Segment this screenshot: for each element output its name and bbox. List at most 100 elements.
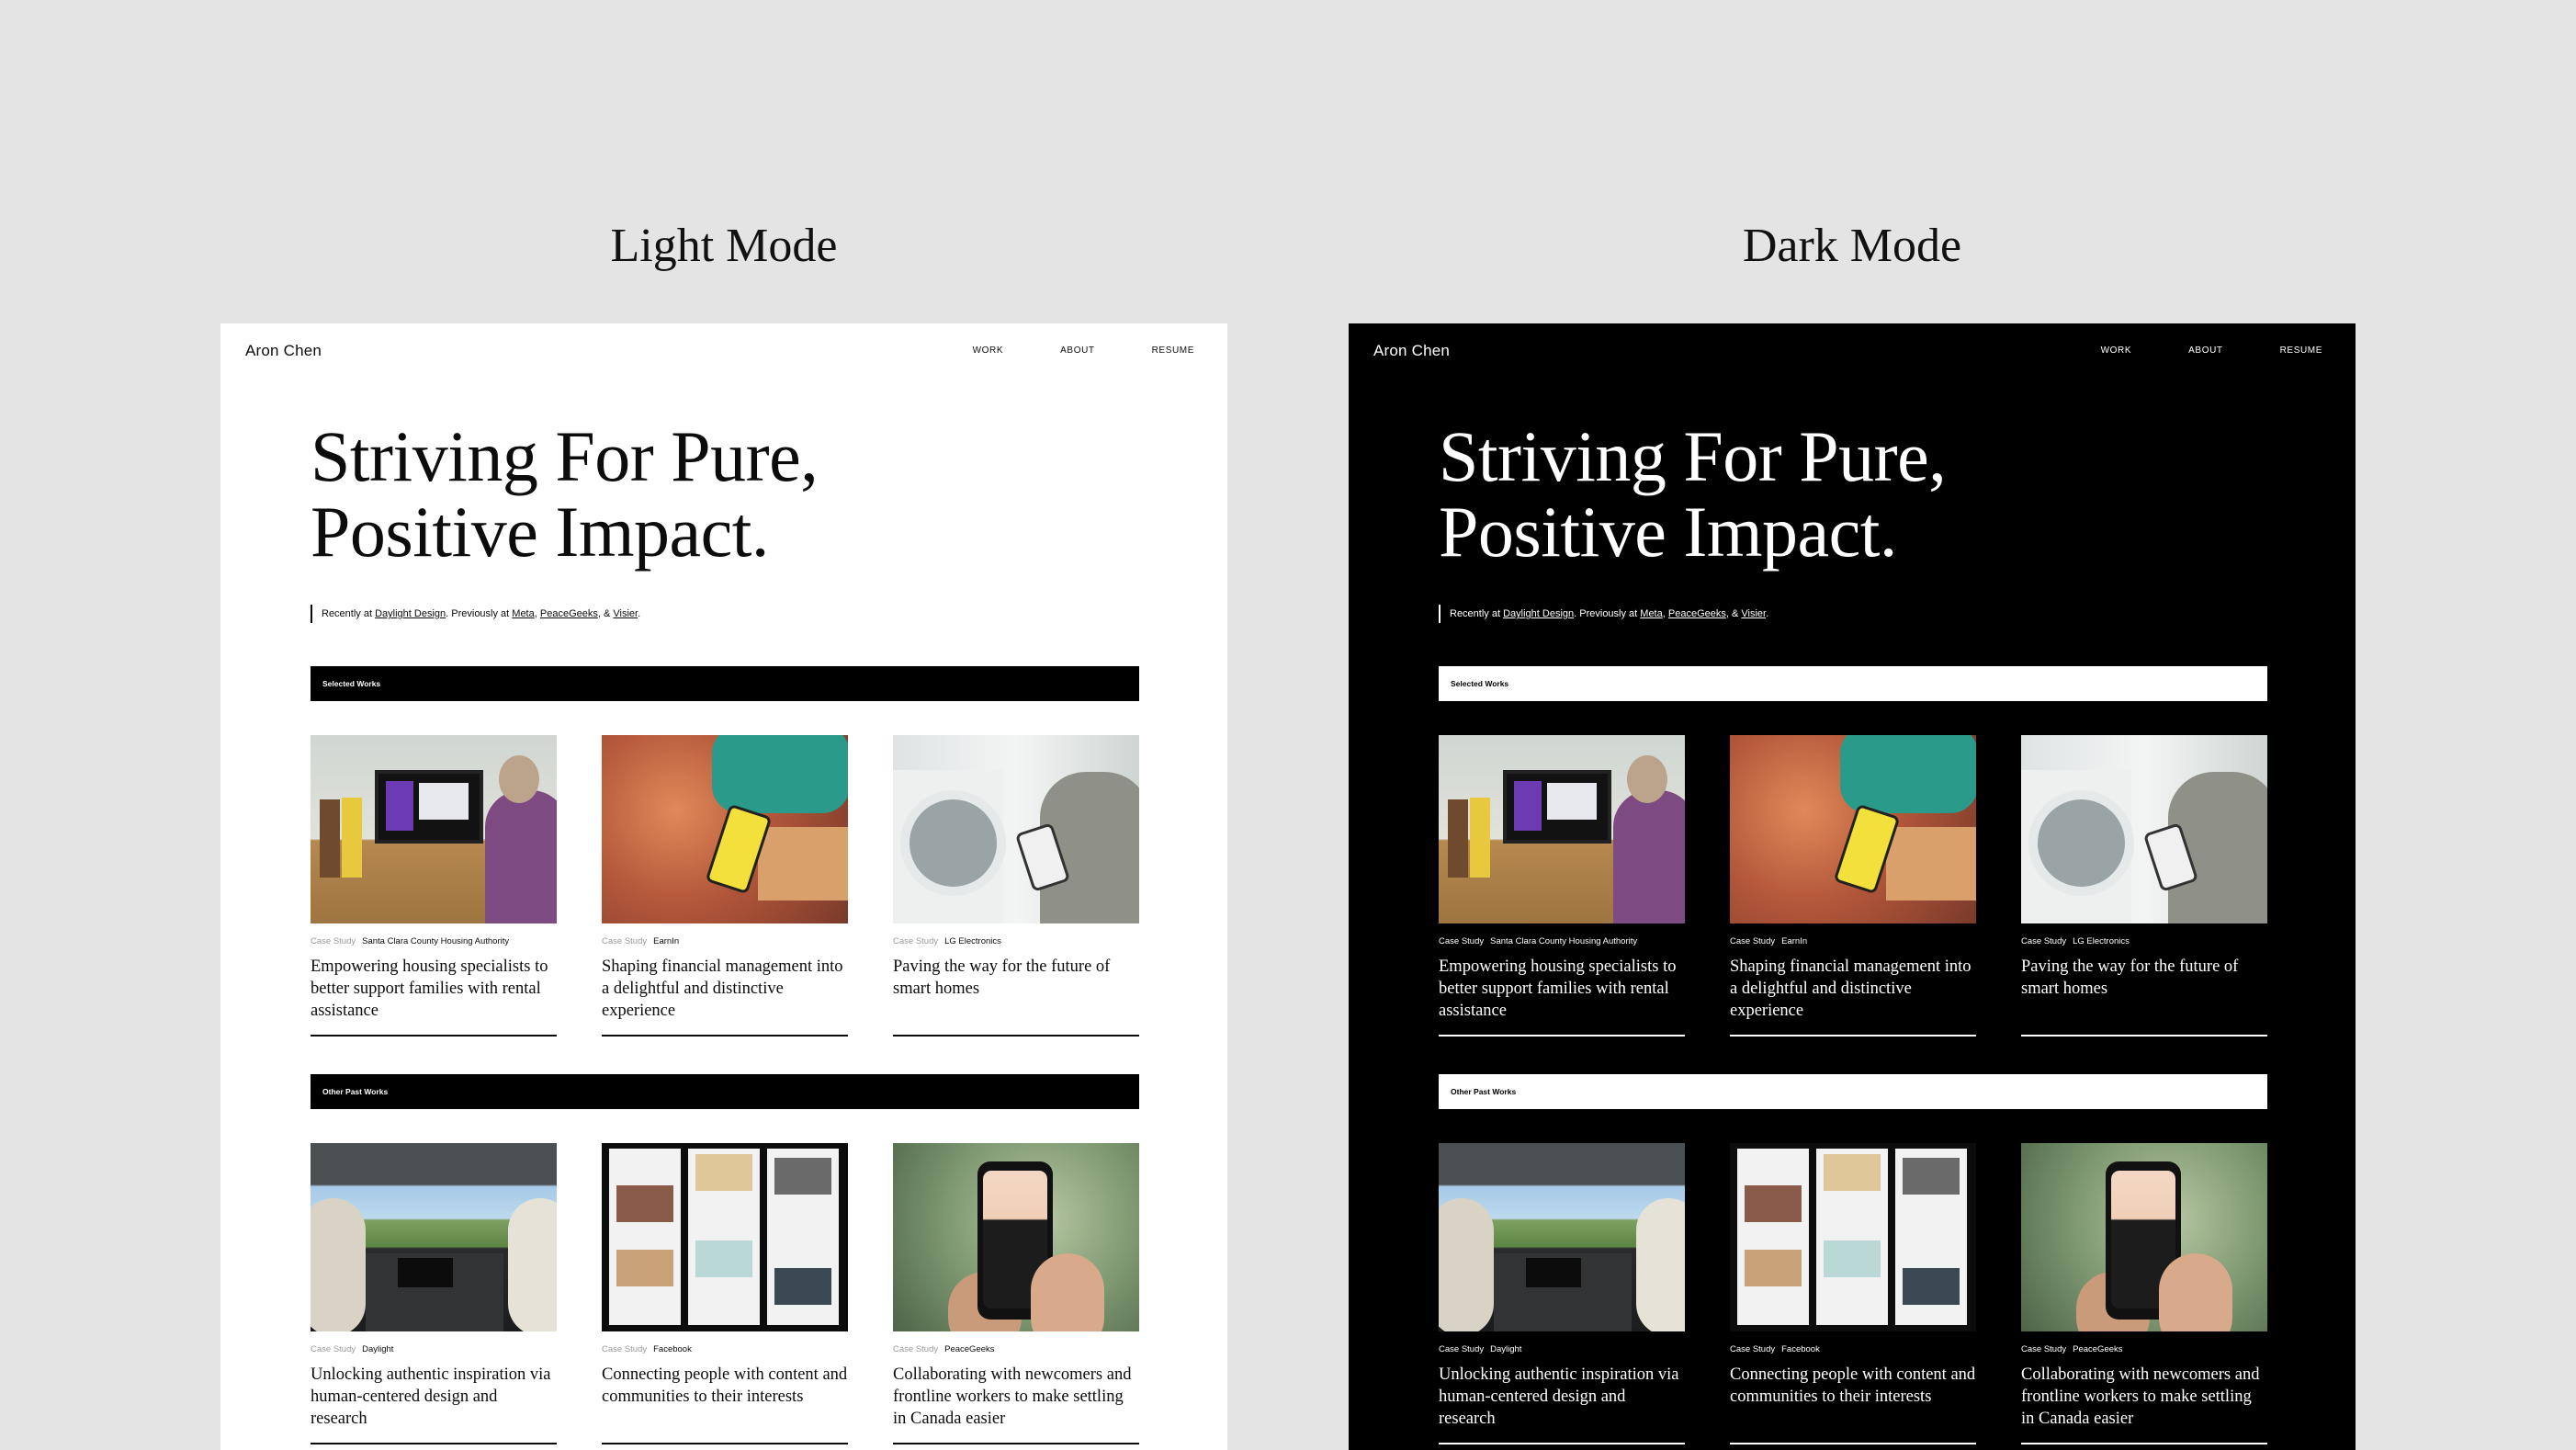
case-study-title: Empowering housing specialists to better… <box>311 957 548 1020</box>
case-study-card[interactable]: Case Study PeaceGeeks Collaborating with … <box>2021 1143 2267 1444</box>
case-study-meta: Case Study Facebook <box>602 1344 848 1355</box>
case-study-thumbnail <box>1439 1143 1685 1331</box>
tagline-separator: , & <box>597 608 614 619</box>
previous-employer-link[interactable]: Visier <box>613 608 638 619</box>
hero-heading: Striving For Pure, Positive Impact. <box>311 416 819 572</box>
case-study-label: Case Study <box>893 936 939 946</box>
case-study-card[interactable]: Case Study Facebook Connecting people wit… <box>602 1143 848 1444</box>
case-study-label: Case Study <box>311 1344 356 1354</box>
hero-line-1: Striving For Pure, <box>1439 416 1947 496</box>
client-name: Facebook <box>653 1344 692 1354</box>
case-study-card[interactable]: Case Study EarnIn Shaping financial manag… <box>1730 735 1976 1037</box>
previous-employer-link[interactable]: Meta <box>1640 608 1662 619</box>
previous-employer-link[interactable]: PeaceGeeks <box>540 608 598 619</box>
hero-line-2: Positive Impact. <box>1439 492 1897 572</box>
card-divider <box>893 1443 1139 1444</box>
case-study-thumbnail <box>893 1143 1139 1331</box>
case-study-thumbnail <box>1730 1143 1976 1331</box>
client-name: Daylight <box>362 1344 394 1354</box>
case-study-title: Paving the way for the future of smart h… <box>2021 957 2239 998</box>
case-study-card[interactable]: Case Study Daylight Unlocking authentic i… <box>311 1143 557 1444</box>
case-study-meta: Case Study EarnIn <box>602 936 848 947</box>
tagline-middle: . Previously at <box>446 608 513 619</box>
selected-works-header: Selected Works <box>311 666 1139 701</box>
card-divider <box>893 1035 1139 1037</box>
other-works-header: Other Past Works <box>311 1074 1139 1109</box>
case-study-title: Unlocking authentic inspiration via huma… <box>311 1365 551 1428</box>
nav-resume-link[interactable]: RESUME <box>1152 346 1194 356</box>
case-study-thumbnail <box>2021 735 2267 923</box>
card-divider <box>1730 1035 1976 1037</box>
case-study-label: Case Study <box>893 1344 939 1354</box>
client-name: Santa Clara County Housing Authority <box>362 936 510 946</box>
recent-employer-link[interactable]: Daylight Design <box>1503 608 1574 619</box>
case-study-meta: Case Study EarnIn <box>1730 936 1976 947</box>
hero-line-1: Striving For Pure, <box>311 416 819 496</box>
tagline-prefix: Recently at <box>322 608 376 619</box>
brand-link[interactable]: Aron Chen <box>245 342 322 360</box>
nav-about-link[interactable]: ABOUT <box>1060 346 1094 356</box>
hero-line-2: Positive Impact. <box>311 492 769 572</box>
nav-resume-link[interactable]: RESUME <box>2280 346 2322 356</box>
case-study-label: Case Study <box>1730 1344 1776 1354</box>
case-study-thumbnail <box>311 1143 557 1331</box>
case-study-card[interactable]: Case Study Santa Clara County Housing Aut… <box>311 735 557 1037</box>
case-study-thumbnail <box>893 735 1139 923</box>
case-study-label: Case Study <box>1439 1344 1485 1354</box>
brand-link[interactable]: Aron Chen <box>1373 342 1450 360</box>
nav-work-link[interactable]: WORK <box>2101 346 2132 356</box>
card-divider <box>1730 1443 1976 1444</box>
card-divider <box>311 1443 557 1444</box>
case-study-label: Case Study <box>1730 936 1776 946</box>
case-study-meta: Case Study Facebook <box>1730 1344 1976 1355</box>
nav-work-link[interactable]: WORK <box>973 346 1004 356</box>
case-study-label: Case Study <box>602 936 648 946</box>
client-name: Santa Clara County Housing Authority <box>1490 936 1638 946</box>
case-study-title: Connecting people with content and commu… <box>602 1365 848 1406</box>
tagline: Recently at Daylight Design. Previously … <box>311 605 640 623</box>
case-study-title: Unlocking authentic inspiration via huma… <box>1439 1365 1679 1428</box>
case-study-label: Case Study <box>602 1344 648 1354</box>
case-study-label: Case Study <box>2021 1344 2067 1354</box>
light-mode-label: Light Mode <box>610 220 838 272</box>
previous-employer-link[interactable]: PeaceGeeks <box>1668 608 1726 619</box>
client-name: LG Electronics <box>2073 936 2130 946</box>
tagline-end: . <box>638 608 641 619</box>
case-study-label: Case Study <box>2021 936 2067 946</box>
nav-links: WORK ABOUT RESUME <box>2044 346 2322 356</box>
recent-employer-link[interactable]: Daylight Design <box>375 608 446 619</box>
case-study-title: Collaborating with newcomers and frontli… <box>2021 1365 2260 1428</box>
case-study-card[interactable]: Case Study EarnIn Shaping financial manag… <box>602 735 848 1037</box>
dark-mode-preview: Aron Chen WORK ABOUT RESUME Striving For… <box>1349 323 2356 1450</box>
card-divider <box>311 1035 557 1037</box>
tagline: Recently at Daylight Design. Previously … <box>1439 605 1768 623</box>
case-study-title: Empowering housing specialists to better… <box>1439 957 1677 1020</box>
case-study-meta: Case Study LG Electronics <box>893 936 1139 947</box>
case-study-card[interactable]: Case Study Santa Clara County Housing Aut… <box>1439 735 1685 1037</box>
case-study-title: Shaping financial management into a deli… <box>1730 957 1972 1020</box>
case-study-card[interactable]: Case Study Daylight Unlocking authentic i… <box>1439 1143 1685 1444</box>
case-study-title: Shaping financial management into a deli… <box>602 957 843 1020</box>
hero-heading: Striving For Pure, Positive Impact. <box>1439 416 1947 572</box>
case-study-card[interactable]: Case Study Facebook Connecting people wit… <box>1730 1143 1976 1444</box>
client-name: Daylight <box>1490 1344 1522 1354</box>
case-study-card[interactable]: Case Study LG Electronics Paving the way … <box>893 735 1139 1037</box>
case-study-meta: Case Study PeaceGeeks <box>2021 1344 2267 1355</box>
tagline-middle: . Previously at <box>1574 608 1641 619</box>
nav-about-link[interactable]: ABOUT <box>2188 346 2222 356</box>
selected-works-header: Selected Works <box>1439 666 2267 701</box>
case-study-card[interactable]: Case Study LG Electronics Paving the way … <box>2021 735 2267 1037</box>
case-study-title: Collaborating with newcomers and frontli… <box>893 1365 1132 1428</box>
card-divider <box>602 1443 848 1444</box>
tagline-prefix: Recently at <box>1450 608 1504 619</box>
previous-employer-link[interactable]: Meta <box>512 608 534 619</box>
case-study-label: Case Study <box>1439 936 1485 946</box>
previous-employer-link[interactable]: Visier <box>1741 608 1766 619</box>
client-name: PeaceGeeks <box>2073 1344 2123 1354</box>
other-works-header: Other Past Works <box>1439 1074 2267 1109</box>
card-divider <box>1439 1035 1685 1037</box>
light-mode-preview: Aron Chen WORK ABOUT RESUME Striving For… <box>220 323 1227 1450</box>
client-name: Facebook <box>1781 1344 1820 1354</box>
case-study-card[interactable]: Case Study PeaceGeeks Collaborating with … <box>893 1143 1139 1444</box>
case-study-title: Connecting people with content and commu… <box>1730 1365 1976 1406</box>
